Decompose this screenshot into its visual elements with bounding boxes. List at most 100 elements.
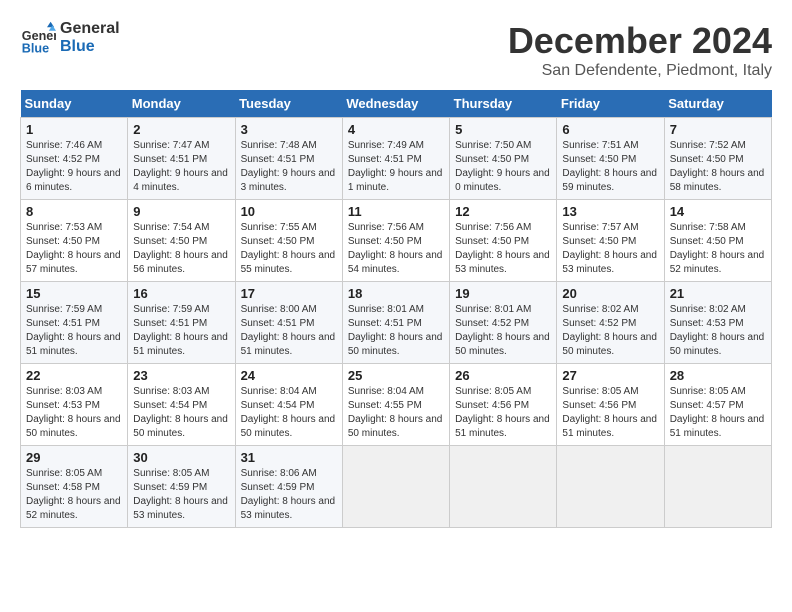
day-number: 2 — [133, 122, 229, 137]
calendar-cell: 28 Sunrise: 8:05 AMSunset: 4:57 PMDaylig… — [664, 364, 771, 446]
day-detail: Sunrise: 8:03 AMSunset: 4:54 PMDaylight:… — [133, 386, 228, 439]
day-number: 12 — [455, 204, 551, 219]
logo-text-line1: General — [60, 20, 120, 38]
calendar-cell: 4 Sunrise: 7:49 AMSunset: 4:51 PMDayligh… — [342, 118, 449, 200]
day-number: 17 — [241, 286, 337, 301]
weekday-header-row: SundayMondayTuesdayWednesdayThursdayFrid… — [21, 90, 772, 118]
calendar-cell: 16 Sunrise: 7:59 AMSunset: 4:51 PMDaylig… — [128, 282, 235, 364]
logo: General Blue General Blue — [20, 20, 120, 56]
svg-text:Blue: Blue — [22, 41, 49, 55]
weekday-header-thursday: Thursday — [450, 90, 557, 118]
day-detail: Sunrise: 7:51 AMSunset: 4:50 PMDaylight:… — [562, 140, 657, 193]
day-number: 31 — [241, 450, 337, 465]
day-detail: Sunrise: 8:05 AMSunset: 4:59 PMDaylight:… — [133, 468, 228, 521]
day-number: 30 — [133, 450, 229, 465]
calendar-cell: 27 Sunrise: 8:05 AMSunset: 4:56 PMDaylig… — [557, 364, 664, 446]
calendar-cell: 22 Sunrise: 8:03 AMSunset: 4:53 PMDaylig… — [21, 364, 128, 446]
calendar-cell: 24 Sunrise: 8:04 AMSunset: 4:54 PMDaylig… — [235, 364, 342, 446]
day-detail: Sunrise: 7:58 AMSunset: 4:50 PMDaylight:… — [670, 222, 765, 275]
day-detail: Sunrise: 7:56 AMSunset: 4:50 PMDaylight:… — [455, 222, 550, 275]
day-detail: Sunrise: 8:02 AMSunset: 4:53 PMDaylight:… — [670, 304, 765, 357]
calendar-week-row: 29 Sunrise: 8:05 AMSunset: 4:58 PMDaylig… — [21, 446, 772, 528]
day-detail: Sunrise: 7:52 AMSunset: 4:50 PMDaylight:… — [670, 140, 765, 193]
calendar-cell: 25 Sunrise: 8:04 AMSunset: 4:55 PMDaylig… — [342, 364, 449, 446]
calendar-cell: 23 Sunrise: 8:03 AMSunset: 4:54 PMDaylig… — [128, 364, 235, 446]
day-detail: Sunrise: 7:59 AMSunset: 4:51 PMDaylight:… — [26, 304, 121, 357]
calendar-cell: 1 Sunrise: 7:46 AMSunset: 4:52 PMDayligh… — [21, 118, 128, 200]
day-number: 5 — [455, 122, 551, 137]
day-number: 28 — [670, 368, 766, 383]
calendar-cell: 2 Sunrise: 7:47 AMSunset: 4:51 PMDayligh… — [128, 118, 235, 200]
day-number: 24 — [241, 368, 337, 383]
day-number: 29 — [26, 450, 122, 465]
calendar-cell — [557, 446, 664, 528]
weekday-header-wednesday: Wednesday — [342, 90, 449, 118]
day-number: 25 — [348, 368, 444, 383]
calendar-cell: 5 Sunrise: 7:50 AMSunset: 4:50 PMDayligh… — [450, 118, 557, 200]
logo-icon: General Blue — [20, 20, 56, 56]
day-number: 18 — [348, 286, 444, 301]
day-detail: Sunrise: 8:01 AMSunset: 4:51 PMDaylight:… — [348, 304, 443, 357]
day-number: 10 — [241, 204, 337, 219]
day-detail: Sunrise: 8:06 AMSunset: 4:59 PMDaylight:… — [241, 468, 336, 521]
calendar-cell: 12 Sunrise: 7:56 AMSunset: 4:50 PMDaylig… — [450, 200, 557, 282]
day-detail: Sunrise: 7:50 AMSunset: 4:50 PMDaylight:… — [455, 140, 550, 193]
calendar-cell: 21 Sunrise: 8:02 AMSunset: 4:53 PMDaylig… — [664, 282, 771, 364]
title-area: December 2024 San Defendente, Piedmont, … — [508, 20, 772, 80]
weekday-header-tuesday: Tuesday — [235, 90, 342, 118]
calendar-cell: 18 Sunrise: 8:01 AMSunset: 4:51 PMDaylig… — [342, 282, 449, 364]
day-number: 7 — [670, 122, 766, 137]
weekday-header-saturday: Saturday — [664, 90, 771, 118]
weekday-header-friday: Friday — [557, 90, 664, 118]
calendar-week-row: 1 Sunrise: 7:46 AMSunset: 4:52 PMDayligh… — [21, 118, 772, 200]
day-detail: Sunrise: 8:02 AMSunset: 4:52 PMDaylight:… — [562, 304, 657, 357]
calendar-cell: 11 Sunrise: 7:56 AMSunset: 4:50 PMDaylig… — [342, 200, 449, 282]
calendar-cell — [664, 446, 771, 528]
day-detail: Sunrise: 8:03 AMSunset: 4:53 PMDaylight:… — [26, 386, 121, 439]
day-number: 14 — [670, 204, 766, 219]
day-number: 22 — [26, 368, 122, 383]
calendar-cell: 3 Sunrise: 7:48 AMSunset: 4:51 PMDayligh… — [235, 118, 342, 200]
calendar-cell: 31 Sunrise: 8:06 AMSunset: 4:59 PMDaylig… — [235, 446, 342, 528]
calendar-cell: 29 Sunrise: 8:05 AMSunset: 4:58 PMDaylig… — [21, 446, 128, 528]
calendar-week-row: 15 Sunrise: 7:59 AMSunset: 4:51 PMDaylig… — [21, 282, 772, 364]
day-detail: Sunrise: 7:47 AMSunset: 4:51 PMDaylight:… — [133, 140, 228, 193]
page-header: General Blue General Blue December 2024 … — [20, 20, 772, 80]
calendar-cell: 19 Sunrise: 8:01 AMSunset: 4:52 PMDaylig… — [450, 282, 557, 364]
calendar-cell: 14 Sunrise: 7:58 AMSunset: 4:50 PMDaylig… — [664, 200, 771, 282]
day-number: 26 — [455, 368, 551, 383]
calendar-cell: 7 Sunrise: 7:52 AMSunset: 4:50 PMDayligh… — [664, 118, 771, 200]
day-number: 11 — [348, 204, 444, 219]
day-number: 15 — [26, 286, 122, 301]
day-detail: Sunrise: 8:00 AMSunset: 4:51 PMDaylight:… — [241, 304, 336, 357]
day-detail: Sunrise: 8:05 AMSunset: 4:58 PMDaylight:… — [26, 468, 121, 521]
calendar-cell: 9 Sunrise: 7:54 AMSunset: 4:50 PMDayligh… — [128, 200, 235, 282]
logo-text-line2: Blue — [60, 38, 120, 56]
day-detail: Sunrise: 8:05 AMSunset: 4:56 PMDaylight:… — [562, 386, 657, 439]
day-detail: Sunrise: 7:53 AMSunset: 4:50 PMDaylight:… — [26, 222, 121, 275]
day-detail: Sunrise: 7:57 AMSunset: 4:50 PMDaylight:… — [562, 222, 657, 275]
calendar-cell: 15 Sunrise: 7:59 AMSunset: 4:51 PMDaylig… — [21, 282, 128, 364]
day-number: 27 — [562, 368, 658, 383]
calendar-cell: 20 Sunrise: 8:02 AMSunset: 4:52 PMDaylig… — [557, 282, 664, 364]
calendar-cell: 6 Sunrise: 7:51 AMSunset: 4:50 PMDayligh… — [557, 118, 664, 200]
day-number: 16 — [133, 286, 229, 301]
calendar-cell: 17 Sunrise: 8:00 AMSunset: 4:51 PMDaylig… — [235, 282, 342, 364]
calendar-cell: 30 Sunrise: 8:05 AMSunset: 4:59 PMDaylig… — [128, 446, 235, 528]
day-number: 23 — [133, 368, 229, 383]
weekday-header-monday: Monday — [128, 90, 235, 118]
day-number: 21 — [670, 286, 766, 301]
day-detail: Sunrise: 7:54 AMSunset: 4:50 PMDaylight:… — [133, 222, 228, 275]
day-number: 13 — [562, 204, 658, 219]
day-detail: Sunrise: 7:46 AMSunset: 4:52 PMDaylight:… — [26, 140, 121, 193]
day-number: 4 — [348, 122, 444, 137]
calendar-table: SundayMondayTuesdayWednesdayThursdayFrid… — [20, 90, 772, 528]
day-detail: Sunrise: 8:04 AMSunset: 4:55 PMDaylight:… — [348, 386, 443, 439]
day-detail: Sunrise: 8:04 AMSunset: 4:54 PMDaylight:… — [241, 386, 336, 439]
calendar-week-row: 22 Sunrise: 8:03 AMSunset: 4:53 PMDaylig… — [21, 364, 772, 446]
calendar-cell: 10 Sunrise: 7:55 AMSunset: 4:50 PMDaylig… — [235, 200, 342, 282]
day-number: 8 — [26, 204, 122, 219]
day-detail: Sunrise: 7:49 AMSunset: 4:51 PMDaylight:… — [348, 140, 443, 193]
day-detail: Sunrise: 8:05 AMSunset: 4:56 PMDaylight:… — [455, 386, 550, 439]
day-number: 6 — [562, 122, 658, 137]
